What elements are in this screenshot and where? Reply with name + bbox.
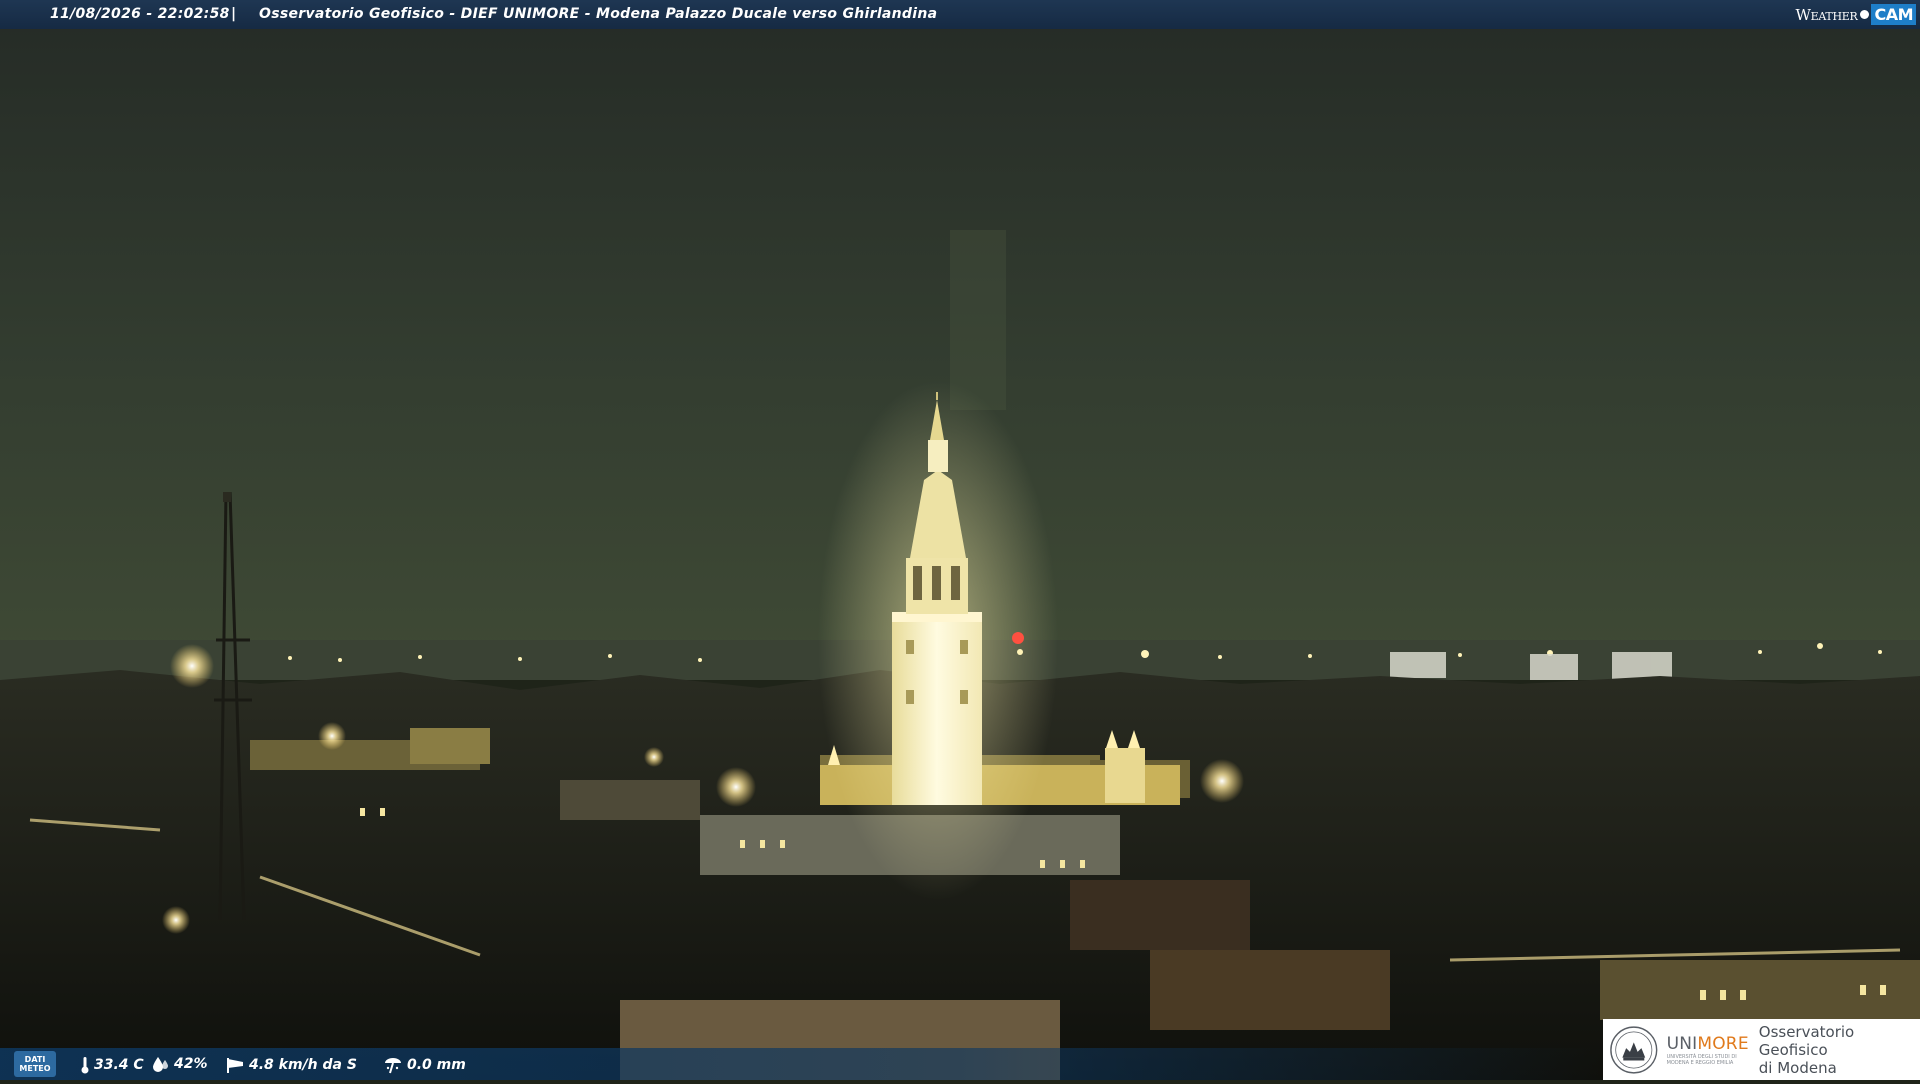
webcam-frame: 11/08/2026 - 22:02:58 | Osservatorio Geo… [0, 0, 1920, 1080]
weathercam-logo: Weather CAM [1796, 3, 1916, 26]
dati-meteo-badge-line1: DATI [24, 1055, 46, 1064]
wind-sock-icon [227, 1058, 243, 1073]
humidity-readout: 42% [152, 1056, 208, 1072]
temperature-value: 33.4 C [94, 1057, 144, 1073]
weathercam-logo-cam: CAM [1871, 4, 1916, 25]
rain-gauge-icon [385, 1058, 401, 1074]
distant-white-buildings [1390, 652, 1672, 682]
unimore-subtitle: UNIVERSITÀ DEGLI STUDI DI MODENA E REGGI… [1667, 1054, 1749, 1066]
wind-readout: 4.8 km/h da S [225, 1056, 357, 1074]
unimore-subtitle-line1: UNIVERSITÀ DEGLI STUDI DI [1666, 1053, 1737, 1060]
weather-data-bar: DATI METEO 33.4 C 42% 4.8 km/h da S 0.0 … [0, 1048, 1600, 1080]
observatory-name-line2: di Modena [1758, 1058, 1837, 1077]
separator: | [231, 6, 237, 22]
unimore-wordmark: UNIMORE UNIVERSITÀ DEGLI STUDI DI MODENA… [1667, 1034, 1749, 1066]
thermometer-icon [81, 1057, 89, 1074]
temperature-readout: 33.4 C [80, 1056, 144, 1074]
dati-meteo-badge-line2: METEO [19, 1064, 51, 1073]
unimore-seal-icon [1610, 1025, 1658, 1074]
observatory-name-line1: Osservatorio Geofisico [1758, 1022, 1855, 1059]
timestamp: 11/08/2026 - 22:02:58 [50, 6, 230, 22]
lens-flare-ghost [950, 230, 1006, 410]
caption-bar: 11/08/2026 - 22:02:58 | Osservatorio Geo… [0, 0, 1920, 29]
unimore-badge: UNIMORE UNIVERSITÀ DEGLI STUDI DI MODENA… [1603, 1019, 1920, 1080]
night-cityscape-photo [0, 0, 1920, 1080]
wind-value: 4.8 km/h da S [249, 1057, 357, 1073]
unimore-subtitle-line2: MODENA E REGGIO EMILIA [1666, 1059, 1734, 1066]
rain-value: 0.0 mm [407, 1057, 466, 1073]
unimore-name-suffix: MORE [1697, 1033, 1749, 1054]
humidity-drop-icon [153, 1057, 168, 1072]
rain-readout: 0.0 mm [383, 1056, 466, 1074]
observatory-name: Osservatorio Geofisico di Modena [1759, 1023, 1920, 1077]
humidity-value: 42% [174, 1056, 208, 1072]
camera-title: Osservatorio Geofisico - DIEF UNIMORE - … [259, 6, 938, 22]
dati-meteo-badge: DATI METEO [14, 1051, 56, 1077]
weathercam-logo-dot-icon [1860, 10, 1870, 19]
unimore-name: UNIMORE [1667, 1034, 1749, 1054]
weathercam-logo-weather: Weather [1795, 5, 1858, 24]
unimore-name-prefix: UNI [1666, 1033, 1698, 1054]
